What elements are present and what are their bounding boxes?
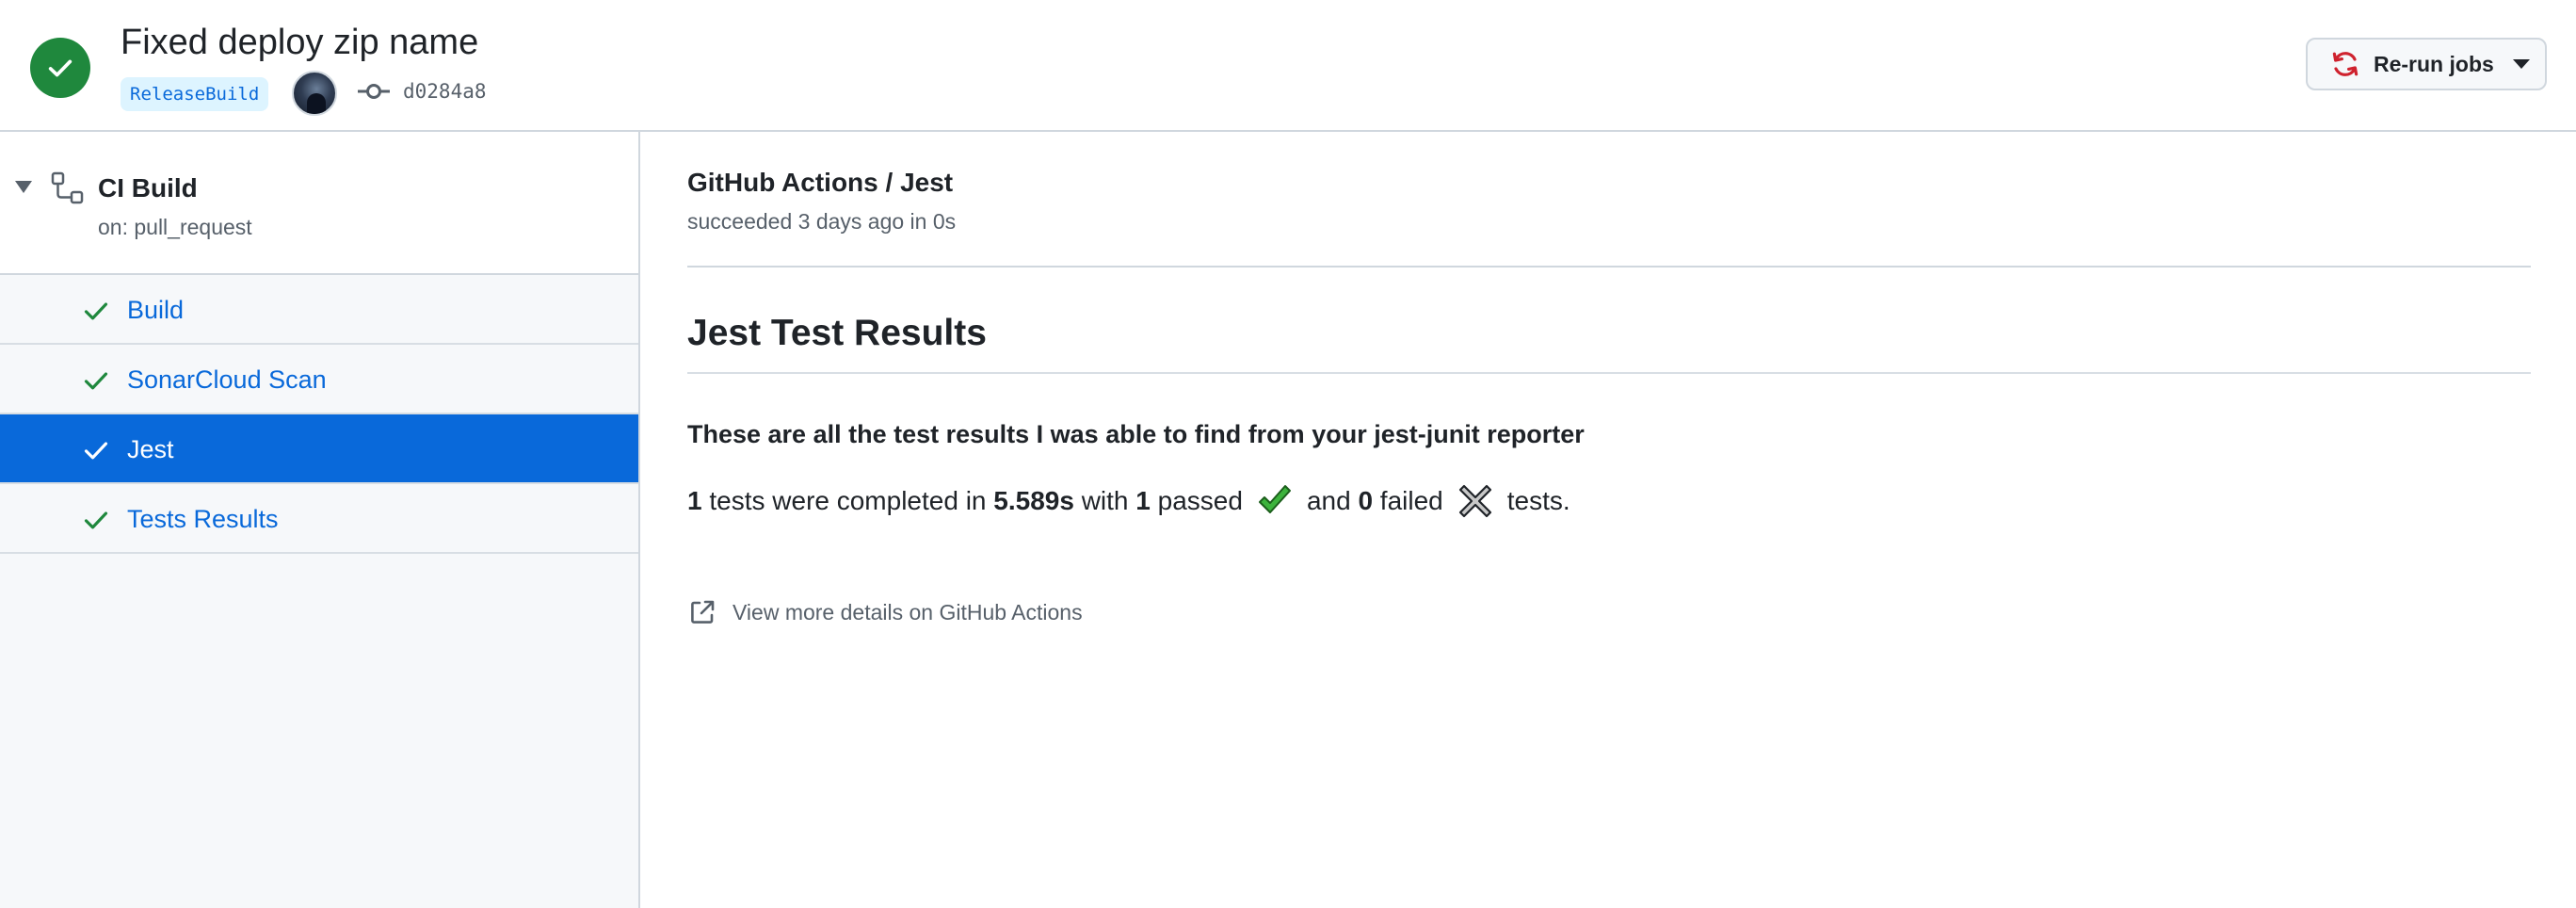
summary-text: with — [1081, 486, 1129, 515]
heavy-check-mark-icon — [1258, 485, 1291, 513]
link-external-icon — [691, 600, 715, 624]
triangle-down-icon[interactable] — [15, 181, 32, 193]
workflow-trigger: on: pull_request — [98, 215, 252, 239]
workflow-name: CI Build — [98, 173, 198, 203]
summary-text: passed — [1157, 486, 1243, 515]
git-commit-icon — [358, 84, 390, 99]
job-item-build[interactable]: Build — [0, 275, 638, 345]
run-header: Fixed deploy zip name ReleaseBuild d0284… — [0, 0, 2576, 132]
summary-text: tests. — [1506, 486, 1570, 515]
view-details-link[interactable]: View more details on GitHub Actions — [687, 597, 1083, 627]
job-list: Build SonarCloud Scan Jest Tests Results — [0, 275, 638, 554]
job-label: Jest — [127, 435, 174, 463]
workflow-header[interactable]: CI Build on: pull_request — [0, 132, 638, 275]
job-item-jest[interactable]: Jest — [0, 414, 638, 484]
branch-badge[interactable]: ReleaseBuild — [121, 77, 269, 111]
job-label: Tests Results — [127, 505, 279, 533]
check-run-panel: GitHub Actions / Jest succeeded 3 days a… — [687, 132, 2531, 908]
failed-count: 0 — [1358, 486, 1374, 515]
sync-icon — [2332, 52, 2359, 76]
job-item-sonarcloud-scan[interactable]: SonarCloud Scan — [0, 345, 638, 414]
heavy-multiplication-x-icon — [1458, 484, 1491, 518]
chevron-down-icon — [2512, 59, 2530, 69]
tests-count: 1 — [687, 486, 702, 515]
results-summary: 1 tests were completed in 5.589s with 1 … — [687, 482, 1570, 520]
commit-title: Fixed deploy zip name — [121, 23, 479, 62]
rerun-jobs-label: Re-run jobs — [2374, 51, 2494, 76]
divider — [687, 266, 2531, 268]
check-icon — [84, 511, 108, 529]
view-details-label: View more details on GitHub Actions — [733, 599, 1083, 624]
check-icon — [84, 442, 108, 460]
results-intro: These are all the test results I was abl… — [687, 420, 1585, 448]
avatar[interactable] — [292, 71, 337, 116]
divider — [687, 372, 2531, 374]
check-icon — [84, 302, 108, 320]
job-label: SonarCloud Scan — [127, 365, 327, 394]
job-label: Build — [127, 296, 185, 324]
check-icon — [84, 372, 108, 390]
check-circle-icon — [30, 38, 90, 98]
rerun-jobs-button[interactable]: Re-run jobs — [2306, 38, 2547, 90]
check-title: GitHub Actions / Jest — [687, 168, 954, 197]
section-title: Jest Test Results — [687, 313, 987, 353]
summary-text: failed — [1379, 486, 1443, 515]
summary-text: and — [1306, 486, 1351, 515]
check-subtitle: succeeded 3 days ago in 0s — [687, 209, 957, 234]
job-item-tests-results[interactable]: Tests Results — [0, 484, 638, 554]
commit-sha-link[interactable]: d0284a8 — [403, 75, 487, 107]
passed-count: 1 — [1135, 486, 1151, 515]
workflow-icon — [51, 171, 84, 204]
summary-text: tests were completed in — [709, 486, 987, 515]
jobs-sidebar: CI Build on: pull_request Build SonarClo… — [0, 132, 640, 908]
duration: 5.589s — [993, 486, 1074, 515]
